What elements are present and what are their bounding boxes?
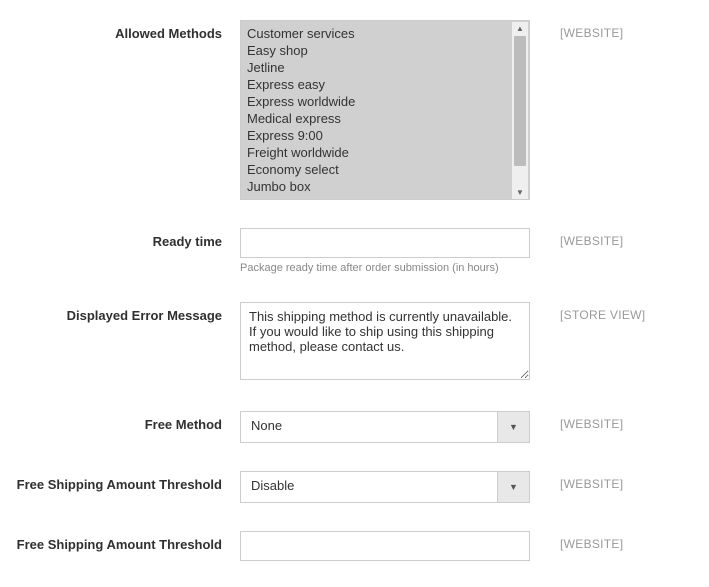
scroll-up-icon[interactable]: ▲ xyxy=(512,22,528,36)
free-method-select[interactable]: None ▼ xyxy=(240,411,530,443)
field-allowed-methods: Customer services Easy shop Jetline Expr… xyxy=(240,20,530,200)
label-error-message: Displayed Error Message xyxy=(10,302,240,323)
scope-label: [WEBSITE] xyxy=(530,411,689,431)
row-ready-time: Ready time Package ready time after orde… xyxy=(10,228,689,274)
free-threshold-enable-select[interactable]: Disable ▼ xyxy=(240,471,530,503)
label-ready-time: Ready time xyxy=(10,228,240,249)
list-item[interactable]: Medical express xyxy=(247,110,509,127)
scroll-down-icon[interactable]: ▼ xyxy=(512,186,528,200)
label-allowed-methods: Allowed Methods xyxy=(10,20,240,41)
scope-label: [STORE VIEW] xyxy=(530,302,689,322)
list-item[interactable]: Express easy xyxy=(247,76,509,93)
allowed-methods-options: Customer services Easy shop Jetline Expr… xyxy=(241,21,513,199)
list-item[interactable]: Express 9:00 xyxy=(247,127,509,144)
error-message-textarea[interactable] xyxy=(240,302,530,380)
chevron-down-icon: ▼ xyxy=(497,472,529,502)
list-item[interactable]: Jumbo box xyxy=(247,178,509,195)
scope-label: [WEBSITE] xyxy=(530,471,689,491)
row-free-method: Free Method None ▼ [WEBSITE] xyxy=(10,411,689,443)
field-free-threshold-amount xyxy=(240,531,530,561)
chevron-down-icon: ▼ xyxy=(497,412,529,442)
row-free-threshold-amount: Free Shipping Amount Threshold [WEBSITE] xyxy=(10,531,689,561)
select-value: Disable xyxy=(241,472,497,502)
list-item[interactable]: Economy select xyxy=(247,161,509,178)
field-free-method: None ▼ xyxy=(240,411,530,443)
field-ready-time: Package ready time after order submissio… xyxy=(240,228,530,274)
scroll-thumb[interactable] xyxy=(514,36,526,166)
field-error-message xyxy=(240,302,530,383)
field-free-threshold-enable: Disable ▼ xyxy=(240,471,530,503)
scope-label: [WEBSITE] xyxy=(530,531,689,551)
list-item[interactable]: Customer services xyxy=(247,25,509,42)
list-item[interactable]: Jetline xyxy=(247,59,509,76)
select-value: None xyxy=(241,412,497,442)
row-allowed-methods: Allowed Methods Customer services Easy s… xyxy=(10,20,689,200)
list-item[interactable]: Easy shop xyxy=(247,42,509,59)
ready-time-input[interactable] xyxy=(240,228,530,258)
scrollbar[interactable]: ▲ ▼ xyxy=(512,22,528,200)
scope-label: [WEBSITE] xyxy=(530,20,689,40)
free-threshold-amount-input[interactable] xyxy=(240,531,530,561)
scope-label: [WEBSITE] xyxy=(530,228,689,248)
row-free-threshold-enable: Free Shipping Amount Threshold Disable ▼… xyxy=(10,471,689,503)
label-free-threshold-enable: Free Shipping Amount Threshold xyxy=(10,471,240,492)
list-item[interactable]: Express worldwide xyxy=(247,93,509,110)
list-item[interactable]: Freight worldwide xyxy=(247,144,509,161)
row-error-message: Displayed Error Message [STORE VIEW] xyxy=(10,302,689,383)
label-free-method: Free Method xyxy=(10,411,240,432)
label-free-threshold-amount: Free Shipping Amount Threshold xyxy=(10,531,240,552)
allowed-methods-listbox[interactable]: Customer services Easy shop Jetline Expr… xyxy=(240,20,530,200)
ready-time-help: Package ready time after order submissio… xyxy=(240,262,530,274)
